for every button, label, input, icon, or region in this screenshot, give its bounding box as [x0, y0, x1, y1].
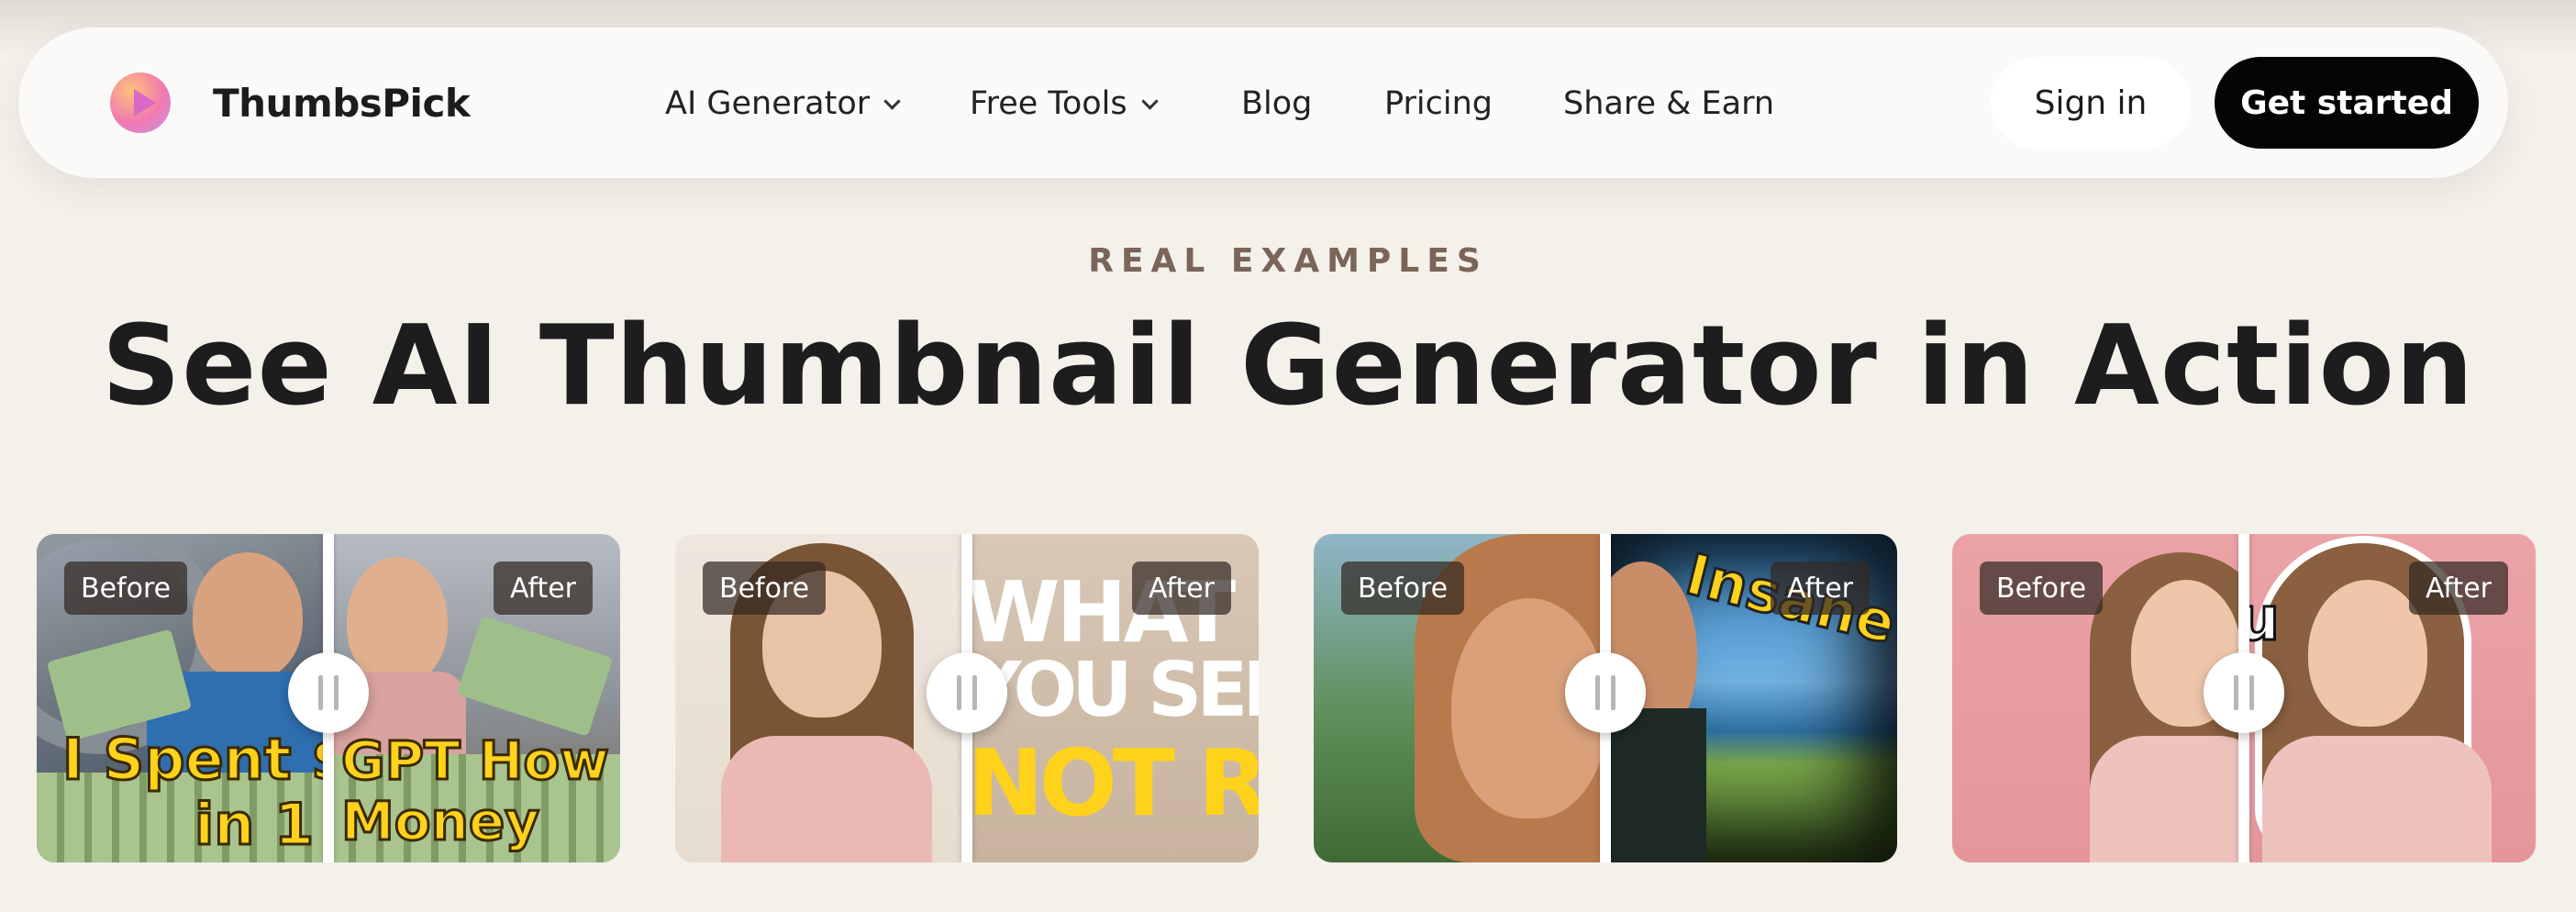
sign-in-button[interactable]: Sign in [1991, 57, 2191, 149]
get-started-button[interactable]: Get started [2215, 57, 2479, 149]
nav-item-blog[interactable]: Blog [1241, 85, 1312, 122]
compare-handle-pause-icon[interactable] [1565, 652, 1646, 733]
nav-item-label: Free Tools [970, 85, 1127, 122]
nav-item-ai-generator[interactable]: AI Generator [665, 85, 901, 122]
after-overlay-line-2: YOU SEE IS [967, 647, 1259, 734]
after-overlay-line-1: GPT How [340, 729, 611, 792]
compare-handle-pause-icon[interactable] [927, 652, 1007, 733]
compare-handle-pause-icon[interactable] [2204, 652, 2284, 733]
nav-item-label: Pricing [1384, 85, 1493, 122]
chevron-down-icon [883, 92, 901, 110]
after-badge: After [1770, 562, 1870, 615]
nav-item-share-earn[interactable]: Share & Earn [1563, 85, 1774, 122]
example-card-3: Insane Before After [1314, 534, 1897, 862]
nav-item-label: Share & Earn [1563, 85, 1775, 122]
after-badge: After [493, 562, 593, 615]
before-badge: Before [1341, 562, 1465, 615]
after-overlay-line-2: Money [340, 790, 541, 852]
example-card-1: I Spent $ in 1 I GPT How Money Before Af… [37, 534, 620, 862]
before-overlay-line-1: I Spent $ [61, 726, 328, 793]
example-card-4: u Before After [1952, 534, 2536, 862]
compare-handle-pause-icon[interactable] [288, 652, 369, 733]
chevron-down-icon [1140, 92, 1159, 110]
after-overlay-line-3: NOT REAL [967, 729, 1259, 837]
before-badge: Before [64, 562, 188, 615]
before-badge: Before [703, 562, 827, 615]
nav-item-pricing[interactable]: Pricing [1384, 85, 1493, 122]
brand-name[interactable]: ThumbsPick [213, 81, 471, 126]
after-badge: After [1131, 562, 1231, 615]
nav-item-label: AI Generator [665, 85, 871, 122]
section-eyebrow: REAL EXAMPLES [1088, 242, 1488, 280]
example-card-2: WHAT YOU SEE IS NOT REAL Before After [675, 534, 1259, 862]
nav-item-free-tools[interactable]: Free Tools [970, 85, 1159, 122]
navbar: ThumbsPick AI Generator Free Tools Blog … [18, 28, 2508, 178]
nav-item-label: Blog [1241, 85, 1313, 122]
after-badge: After [2408, 562, 2508, 615]
section-title: See AI Thumbnail Generator in Action [101, 303, 2475, 430]
before-badge: Before [1980, 562, 2104, 615]
before-overlay-line-2: in 1 I [194, 791, 328, 858]
logo-play-icon[interactable] [110, 72, 171, 133]
